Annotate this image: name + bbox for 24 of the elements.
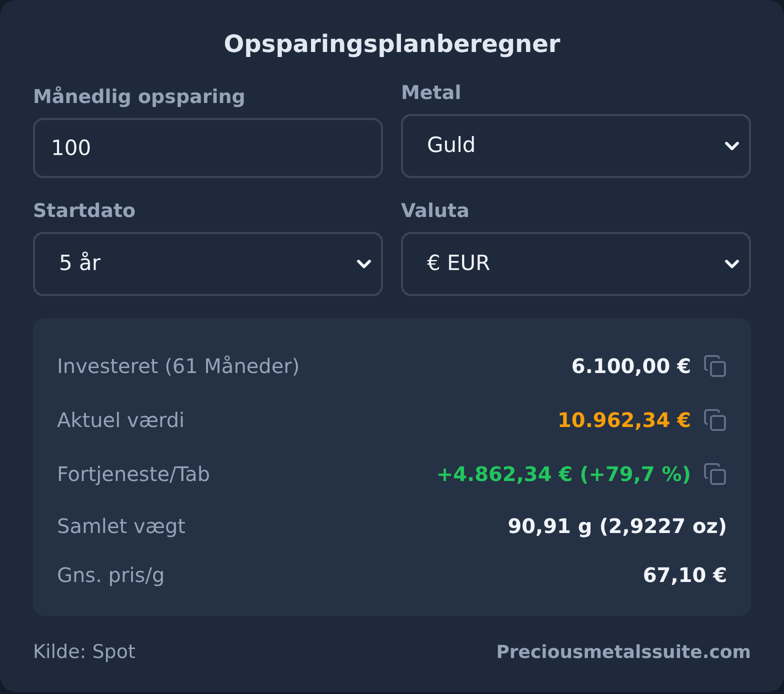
- result-value: 90,91 g (2,9227 oz): [508, 512, 727, 540]
- select-dropdown[interactable]: € EUR: [401, 232, 751, 296]
- result-label: Fortjeneste/Tab: [57, 461, 210, 488]
- result-label: Samlet vægt: [57, 512, 186, 540]
- copy-icon[interactable]: [703, 354, 727, 378]
- field-label: Startdato: [33, 199, 137, 224]
- result-label: Gns. pris/g: [57, 562, 165, 588]
- website-link[interactable]: Preciousmetalssuite.com: [496, 638, 751, 666]
- result-value: 67,10 €: [642, 562, 727, 588]
- copy-icon[interactable]: [703, 408, 727, 432]
- field-label: Månedlig opsparing: [33, 85, 246, 110]
- select-dropdown[interactable]: 5 år: [33, 232, 383, 296]
- result-label: Investeret (61 Måneder): [57, 353, 300, 380]
- result-value: 6.100,00 €: [571, 353, 691, 380]
- result-value: +4.862,34 € (+79,7 %): [436, 461, 691, 488]
- input-field[interactable]: 100: [33, 118, 383, 178]
- result-value: 10.962,34 €: [558, 407, 691, 434]
- field-label: Valuta: [401, 199, 470, 224]
- field-label: Metal: [401, 81, 462, 106]
- copy-icon[interactable]: [703, 462, 727, 486]
- result-label: Aktuel værdi: [57, 407, 185, 434]
- card-title: Opsparingsplanberegner: [222, 29, 562, 60]
- source-text: Kilde: Spot: [33, 640, 136, 665]
- select-dropdown[interactable]: Guld: [401, 114, 751, 178]
